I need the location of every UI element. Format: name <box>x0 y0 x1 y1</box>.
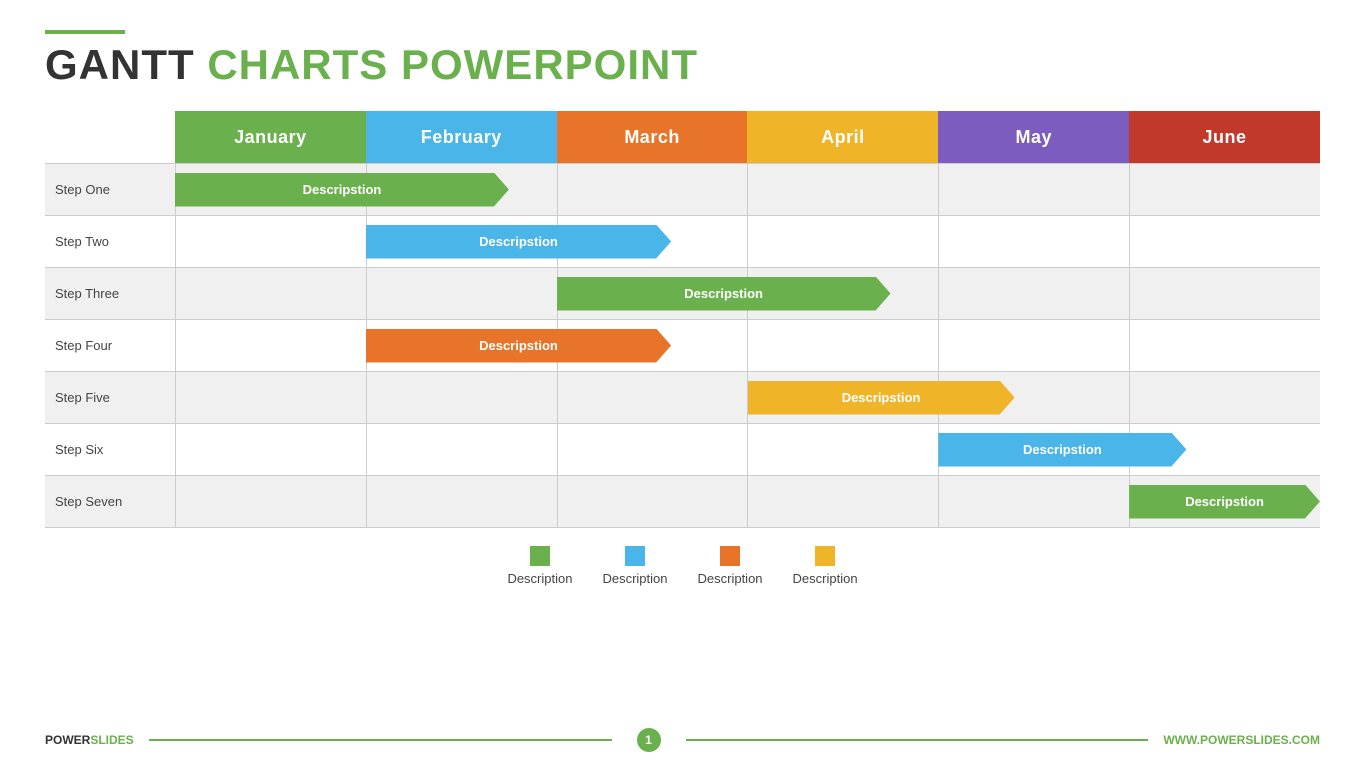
legend-color-4 <box>815 546 835 566</box>
page-title: GANTT CHARTS POWERPOINT <box>45 44 1320 86</box>
row-label: Step Six <box>45 442 175 457</box>
table-row: Step Five Descripstion <box>45 372 1320 424</box>
month-march: March <box>557 111 748 163</box>
row-cells: Descripstion <box>175 424 1320 475</box>
legend-item-3: Description <box>698 546 763 586</box>
gantt-bar-step1: Descripstion <box>175 173 509 207</box>
footer: POWERSLIDES 1 WWW.POWERSLIDES.COM <box>0 728 1365 752</box>
cell-jan <box>175 476 366 527</box>
row-label: Step Two <box>45 234 175 249</box>
legend-label-4: Description <box>793 571 858 586</box>
legend-item-1: Description <box>507 546 572 586</box>
month-february: February <box>366 111 557 163</box>
cell-may <box>938 476 1129 527</box>
cell-mar <box>557 372 748 423</box>
cell-mar <box>557 164 748 215</box>
gantt-rows: Step One Descripstion Step Two <box>45 163 1320 528</box>
cell-jun <box>1129 164 1320 215</box>
gantt-bar-step7: Descripstion <box>1129 485 1320 519</box>
cell-feb <box>366 268 557 319</box>
row-label: Step Four <box>45 338 175 353</box>
header-accent-line <box>45 30 125 34</box>
footer-power: POWER <box>45 733 90 747</box>
month-june: June <box>1129 111 1320 163</box>
table-row: Step Three Descripstion <box>45 268 1320 320</box>
cell-apr <box>747 424 938 475</box>
footer-url: WWW.POWERSLIDES.COM <box>1163 733 1320 747</box>
cell-jan <box>175 372 366 423</box>
row-cells: Descripstion <box>175 268 1320 319</box>
month-january: January <box>175 111 366 163</box>
month-april: April <box>747 111 938 163</box>
gantt-bar-step5: Descripstion <box>748 381 1015 415</box>
legend-label-1: Description <box>507 571 572 586</box>
months-row: January February March April May June <box>175 111 1320 163</box>
legend: Description Description Description Desc… <box>45 546 1320 586</box>
cell-apr <box>747 320 938 371</box>
table-row: Step Four Descripstion <box>45 320 1320 372</box>
cell-jan <box>175 320 366 371</box>
legend-label-3: Description <box>698 571 763 586</box>
title-part1: GANTT <box>45 41 207 88</box>
gantt-bar-step6: Descripstion <box>938 433 1186 467</box>
footer-line-right <box>686 739 1149 741</box>
gantt-bar-step3: Descripstion <box>557 277 891 311</box>
row-cells: Descripstion <box>175 476 1320 527</box>
cell-jun <box>1129 216 1320 267</box>
row-label: Step One <box>45 182 175 197</box>
cell-jan <box>175 268 366 319</box>
row-label: Step Three <box>45 286 175 301</box>
cell-feb <box>366 476 557 527</box>
table-row: Step Seven Descripstion <box>45 476 1320 528</box>
legend-label-2: Description <box>602 571 667 586</box>
cell-jun <box>1129 372 1320 423</box>
month-may: May <box>938 111 1129 163</box>
cell-apr <box>747 476 938 527</box>
chart-container: January February March April May June St… <box>0 101 1365 586</box>
table-row: Step Two Descripstion <box>45 216 1320 268</box>
legend-color-1 <box>530 546 550 566</box>
legend-color-3 <box>720 546 740 566</box>
row-label: Step Five <box>45 390 175 405</box>
cell-apr <box>747 164 938 215</box>
table-row: Step Six Descripstion <box>45 424 1320 476</box>
cell-may <box>938 164 1129 215</box>
cell-jun <box>1129 268 1320 319</box>
row-cells: Descripstion <box>175 320 1320 371</box>
cell-may <box>938 216 1129 267</box>
cell-mar <box>557 476 748 527</box>
legend-item-2: Description <box>602 546 667 586</box>
cell-jun <box>1129 320 1320 371</box>
cell-jan <box>175 216 366 267</box>
cell-may <box>938 320 1129 371</box>
cell-may <box>938 268 1129 319</box>
gantt-bar-step4: Descripstion <box>366 329 671 363</box>
legend-color-2 <box>625 546 645 566</box>
title-part2: CHARTS POWERPOINT <box>207 41 698 88</box>
footer-brand: POWERSLIDES <box>45 733 134 747</box>
row-label: Step Seven <box>45 494 175 509</box>
table-row: Step One Descripstion <box>45 164 1320 216</box>
cell-feb <box>366 372 557 423</box>
footer-line-left <box>149 739 612 741</box>
cell-mar <box>557 424 748 475</box>
row-cells: Descripstion <box>175 216 1320 267</box>
row-cells: Descripstion <box>175 164 1320 215</box>
footer-slides: SLIDES <box>90 733 133 747</box>
row-cells: Descripstion <box>175 372 1320 423</box>
footer-page-number: 1 <box>637 728 661 752</box>
gantt-bar-step2: Descripstion <box>366 225 671 259</box>
header: GANTT CHARTS POWERPOINT <box>0 0 1365 101</box>
cell-feb <box>366 424 557 475</box>
cell-apr <box>747 216 938 267</box>
legend-item-4: Description <box>793 546 858 586</box>
cell-jan <box>175 424 366 475</box>
